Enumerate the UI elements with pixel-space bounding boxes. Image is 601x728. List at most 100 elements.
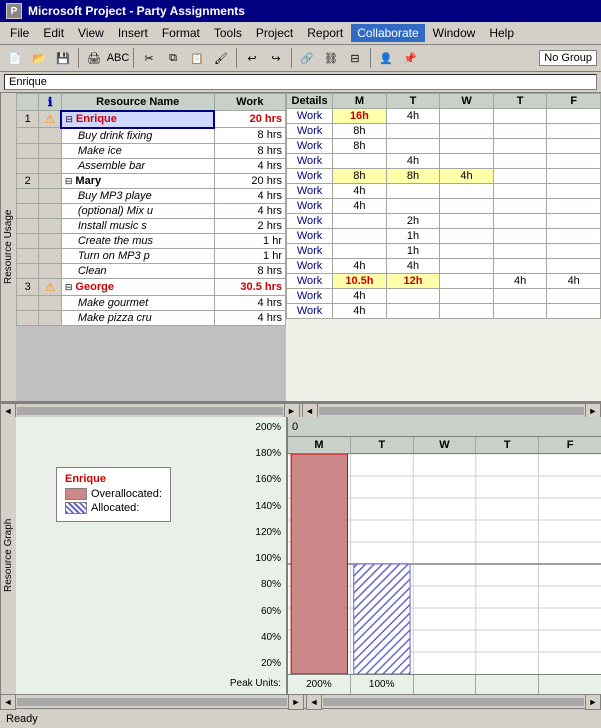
task-name-cell: Clean xyxy=(61,263,214,278)
chart-marker-row: 0 xyxy=(288,417,601,437)
resource-name-cell[interactable]: ⊟ Enrique xyxy=(61,111,214,128)
toolbar-spellcheck[interactable]: ABC xyxy=(107,47,129,69)
menu-format[interactable]: Format xyxy=(156,24,206,42)
work-cell: 8 hrs xyxy=(214,128,285,144)
menu-report[interactable]: Report xyxy=(301,24,349,42)
detail-row: Work 8h 8h 4h xyxy=(287,169,601,184)
main-area: Resource Usage ℹ xyxy=(0,93,601,708)
toolbar-copy[interactable]: ⧉ xyxy=(162,47,184,69)
menu-view[interactable]: View xyxy=(72,24,110,42)
toolbar-new[interactable]: 📄 xyxy=(4,47,26,69)
menu-insert[interactable]: Insert xyxy=(112,24,154,42)
task-name-cell: Create the mus xyxy=(61,233,214,248)
formula-input[interactable] xyxy=(4,74,597,90)
menu-collaborate[interactable]: Collaborate xyxy=(351,24,424,42)
lower-scroll-track[interactable] xyxy=(17,698,287,706)
table-row: 2 ⊟ Mary 20 hrs xyxy=(17,173,286,188)
separator-1 xyxy=(78,48,79,68)
bar-monday-overalloc xyxy=(291,454,347,674)
icon-cell xyxy=(39,188,61,203)
legend-title: Enrique xyxy=(65,473,162,485)
detail-row: Work 4h xyxy=(287,289,601,304)
work-cell: 20 hrs xyxy=(214,173,285,188)
detail-row: Work 1h xyxy=(287,229,601,244)
y-label-160: 160% xyxy=(255,474,281,485)
table-row: Buy drink fixing 8 hrs xyxy=(17,128,286,144)
menu-help[interactable]: Help xyxy=(483,24,520,42)
lower-scroll-track2[interactable] xyxy=(323,698,584,706)
lower-scroll-bar: ◄ ► ◄ ► xyxy=(0,694,601,708)
col-header-work: Work xyxy=(214,94,285,111)
resource-graph-label: Resource Graph xyxy=(0,417,16,694)
peak-cell-w xyxy=(414,675,477,694)
work-cell: 1 hr xyxy=(214,248,285,263)
y-label-20: 20% xyxy=(261,658,281,669)
row-number xyxy=(17,128,39,144)
task-name-cell: (optional) Mix u xyxy=(61,203,214,218)
chart-day-w: W xyxy=(414,437,477,453)
day-header-t2: T xyxy=(493,94,547,109)
y-label-80: 80% xyxy=(261,579,281,590)
resource-name: Mary xyxy=(75,175,101,187)
title-text: Microsoft Project - Party Assignments xyxy=(28,4,245,18)
toolbar-link[interactable]: 🔗 xyxy=(296,47,318,69)
toolbar-assign[interactable]: 📌 xyxy=(399,47,421,69)
peak-cell-t: 100% xyxy=(351,675,414,694)
toolbar: 📄 📂 💾 🖨 ABC ✂ ⧉ 📋 🖌 ↩ ↪ 🔗 ⛓ ⊟ 👤 📌 No Gro… xyxy=(0,45,601,72)
peak-cell-f xyxy=(539,675,601,694)
icon-cell xyxy=(39,203,61,218)
day-header-m1: M xyxy=(333,94,387,109)
expand-icon: ⊟ xyxy=(65,282,73,292)
table-row: Assemble bar 4 hrs xyxy=(17,158,286,173)
table-row: Make pizza cru 4 hrs xyxy=(17,310,286,325)
toolbar-resource[interactable]: 👤 xyxy=(375,47,397,69)
scroll-track2[interactable] xyxy=(319,407,585,415)
toolbar-cut[interactable]: ✂ xyxy=(138,47,160,69)
peak-units-text: Peak Units: xyxy=(230,678,281,689)
toolbar-paste[interactable]: 📋 xyxy=(186,47,208,69)
toolbar-split[interactable]: ⊟ xyxy=(344,47,366,69)
lower-scroll-right2[interactable]: ► xyxy=(585,694,601,710)
expand-icon: ⊟ xyxy=(65,114,73,124)
row-number xyxy=(17,143,39,158)
menu-project[interactable]: Project xyxy=(250,24,299,42)
separator-3 xyxy=(236,48,237,68)
toolbar-format-painter[interactable]: 🖌 xyxy=(210,47,232,69)
lower-scroll-left2[interactable]: ◄ xyxy=(306,694,322,710)
icon-cell xyxy=(39,158,61,173)
menu-edit[interactable]: Edit xyxy=(37,24,70,42)
legend-alloc: Allocated: xyxy=(65,502,162,514)
table-row: Install music s 2 hrs xyxy=(17,218,286,233)
chart-marker-zero: 0 xyxy=(292,421,298,433)
resource-table-wrapper: ℹ Resource Name Work 1 ⚠ ⊟ xyxy=(16,93,286,401)
menu-tools[interactable]: Tools xyxy=(208,24,248,42)
no-group-button[interactable]: No Group xyxy=(539,50,597,66)
formula-bar xyxy=(0,72,601,93)
icon-cell xyxy=(39,263,61,278)
toolbar-undo[interactable]: ↩ xyxy=(241,47,263,69)
scroll-track[interactable] xyxy=(17,407,283,415)
peak-units-label: Peak Units: xyxy=(230,678,281,689)
menu-window[interactable]: Window xyxy=(427,24,482,42)
lower-scroll-left[interactable]: ◄ xyxy=(0,694,16,710)
resource-name: Enrique xyxy=(76,113,117,125)
table-row: 1 ⚠ ⊟ Enrique 20 hrs xyxy=(17,111,286,128)
lower-section: Resource Graph Enrique Overallocated: Al… xyxy=(0,417,601,708)
toolbar-save[interactable]: 💾 xyxy=(52,47,74,69)
icon-cell xyxy=(39,233,61,248)
warning-icon-cell: ⚠ xyxy=(39,111,61,128)
icon-cell xyxy=(39,310,61,325)
lower-right-panel: 0 M T W T F xyxy=(288,417,601,694)
row-number xyxy=(17,310,39,325)
info-icon: ℹ xyxy=(48,95,53,109)
day-header-w1: W xyxy=(440,94,494,109)
graph-content-area: Enrique Overallocated: Allocated: 200% xyxy=(16,417,286,694)
toolbar-open[interactable]: 📂 xyxy=(28,47,50,69)
y-label-180: 180% xyxy=(255,448,281,459)
toolbar-print[interactable]: 🖨 xyxy=(83,47,105,69)
lower-scroll-right[interactable]: ► xyxy=(288,694,304,710)
menu-file[interactable]: File xyxy=(4,24,35,42)
toolbar-redo[interactable]: ↪ xyxy=(265,47,287,69)
icon-cell xyxy=(39,295,61,310)
toolbar-unlink[interactable]: ⛓ xyxy=(320,47,342,69)
